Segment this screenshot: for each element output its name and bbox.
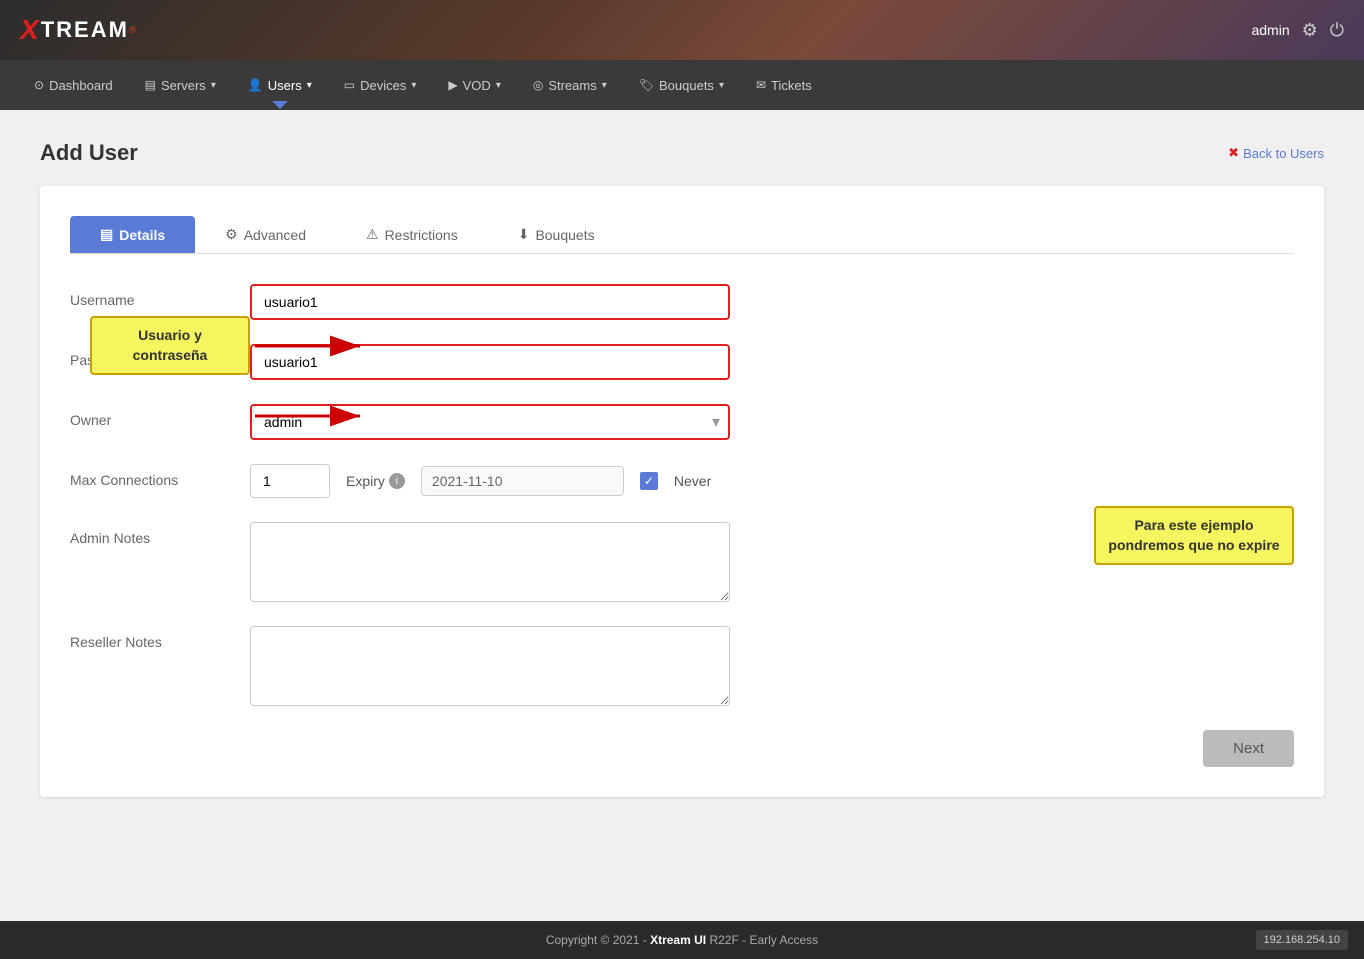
callout-expiry: Para este ejemplo pondremos que no expir… [1094,506,1294,565]
owner-select-wrapper: admin ▾ [250,404,730,440]
expiry-text: Expiry [346,473,385,489]
form-area: Usuario y contraseña Para este ejemplo p… [40,186,1324,797]
never-text: Never [674,473,711,489]
nav-streams-label: Streams [548,78,596,93]
restrictions-tab-icon: ⚠ [366,226,379,243]
logo: XTREAM® [20,14,138,46]
streams-arrow: ▾ [602,80,607,91]
username-input[interactable] [250,284,730,320]
expiry-input[interactable] [421,466,624,496]
footer-copyright: Copyright © 2021 - Xtream UI R22F - Earl… [546,933,818,947]
nav-devices-label: Devices [360,78,406,93]
footer-text: Copyright © 2021 - [546,933,650,947]
logo-text: TREAM [41,17,129,43]
admin-username: admin [1251,22,1289,38]
nav-bouquets-label: Bouquets [659,78,714,93]
page-header: Add User ✖ Back to Users [40,140,1324,166]
next-button[interactable]: Next [1203,730,1294,767]
reseller-notes-label: Reseller Notes [70,626,250,650]
form-card: ▤ Details ⚙ Advanced ⚠ Restrictions ⬇ Bo… [40,186,1324,797]
details-tab-label: Details [119,227,165,243]
dashboard-icon: ⊙ [34,78,44,92]
users-arrow: ▾ [307,80,312,91]
username-group: Username [70,284,1294,320]
expiry-label: Expiry i [346,473,405,489]
owner-select[interactable]: admin [250,404,730,440]
devices-icon: ▭ [344,78,355,92]
restrictions-tab-label: Restrictions [385,227,458,243]
form-footer: Next [70,730,1294,767]
logo-x: X [20,14,41,46]
footer-brand: Xtream UI [650,933,706,947]
users-icon: 👤 [248,78,263,92]
footer-version: R22F - Early Access [709,933,818,947]
footer: Copyright © 2021 - Xtream UI R22F - Earl… [0,921,1364,959]
vod-icon: ▶ [448,78,457,92]
navbar: ⊙ Dashboard ▤ Servers ▾ 👤 Users ▾ ▭ Devi… [0,60,1364,110]
nav-vod-label: VOD [463,78,491,93]
nav-users[interactable]: 👤 Users ▾ [234,70,326,101]
back-icon: ✖ [1228,145,1239,161]
nav-streams[interactable]: ◎ Streams ▾ [519,70,621,101]
footer-ip: 192.168.254.10 [1256,930,1348,950]
back-to-users-link[interactable]: ✖ Back to Users [1228,145,1324,161]
username-label: Username [70,284,250,308]
tab-restrictions[interactable]: ⚠ Restrictions [336,216,488,253]
nav-servers-label: Servers [161,78,206,93]
power-icon[interactable]: ⏻ [1330,20,1344,41]
devices-arrow: ▾ [411,80,416,91]
header-right: admin ⚙ ⏻ [1251,20,1344,41]
never-label-text: Never [674,473,711,489]
streams-icon: ◎ [533,78,543,92]
advanced-tab-label: Advanced [244,227,306,243]
nav-dashboard[interactable]: ⊙ Dashboard [20,70,127,101]
servers-icon: ▤ [145,78,156,92]
header: XTREAM® admin ⚙ ⏻ [0,0,1364,60]
max-connections-label: Max Connections [70,464,250,488]
nav-active-indicator [272,101,288,109]
nav-users-label: Users [268,78,302,93]
never-checkbox[interactable]: ✓ [640,472,658,490]
tab-bouquets[interactable]: ⬇ Bouquets [488,216,625,253]
reseller-notes-group: Reseller Notes [70,626,1294,706]
max-connections-input[interactable] [250,464,330,498]
nav-tickets-label: Tickets [771,78,812,93]
tickets-icon: ✉ [756,78,766,92]
tab-advanced[interactable]: ⚙ Advanced [195,216,336,253]
page-title: Add User [40,140,138,166]
servers-arrow: ▾ [211,80,216,91]
main-content: Add User ✖ Back to Users Usuario y contr… [0,110,1364,921]
nav-dashboard-label: Dashboard [49,78,113,93]
expiry-info-icon[interactable]: i [389,473,405,489]
advanced-tab-icon: ⚙ [225,226,238,243]
connections-row: Expiry i ✓ Never [250,464,730,498]
bouquets-tab-label: Bouquets [535,227,594,243]
nav-bouquets[interactable]: 🏷 Bouquets ▾ [625,70,738,101]
bouquets-arrow: ▾ [719,80,724,91]
back-label: Back to Users [1243,146,1324,161]
reseller-notes-textarea[interactable] [250,626,730,706]
nav-devices[interactable]: ▭ Devices ▾ [330,70,431,101]
max-connections-group: Max Connections Expiry i ✓ Never [70,464,1294,498]
logo-trademark: ® [129,25,138,36]
nav-tickets[interactable]: ✉ Tickets [742,70,826,101]
password-input[interactable] [250,344,730,380]
vod-arrow: ▾ [496,80,501,91]
nav-servers[interactable]: ▤ Servers ▾ [131,70,230,101]
bouquets-icon: 🏷 [639,78,654,92]
owner-label: Owner [70,404,250,428]
form-tabs: ▤ Details ⚙ Advanced ⚠ Restrictions ⬇ Bo… [70,216,1294,254]
password-group: Password [70,344,1294,380]
bouquets-tab-icon: ⬇ [518,226,530,243]
nav-vod[interactable]: ▶ VOD ▾ [434,70,514,101]
details-tab-icon: ▤ [100,226,113,243]
callout-credentials: Usuario y contraseña [90,316,250,375]
admin-notes-label: Admin Notes [70,522,250,546]
tab-details[interactable]: ▤ Details [70,216,195,253]
settings-icon[interactable]: ⚙ [1302,20,1318,41]
owner-group: Owner admin ▾ [70,404,1294,440]
admin-notes-textarea[interactable] [250,522,730,602]
